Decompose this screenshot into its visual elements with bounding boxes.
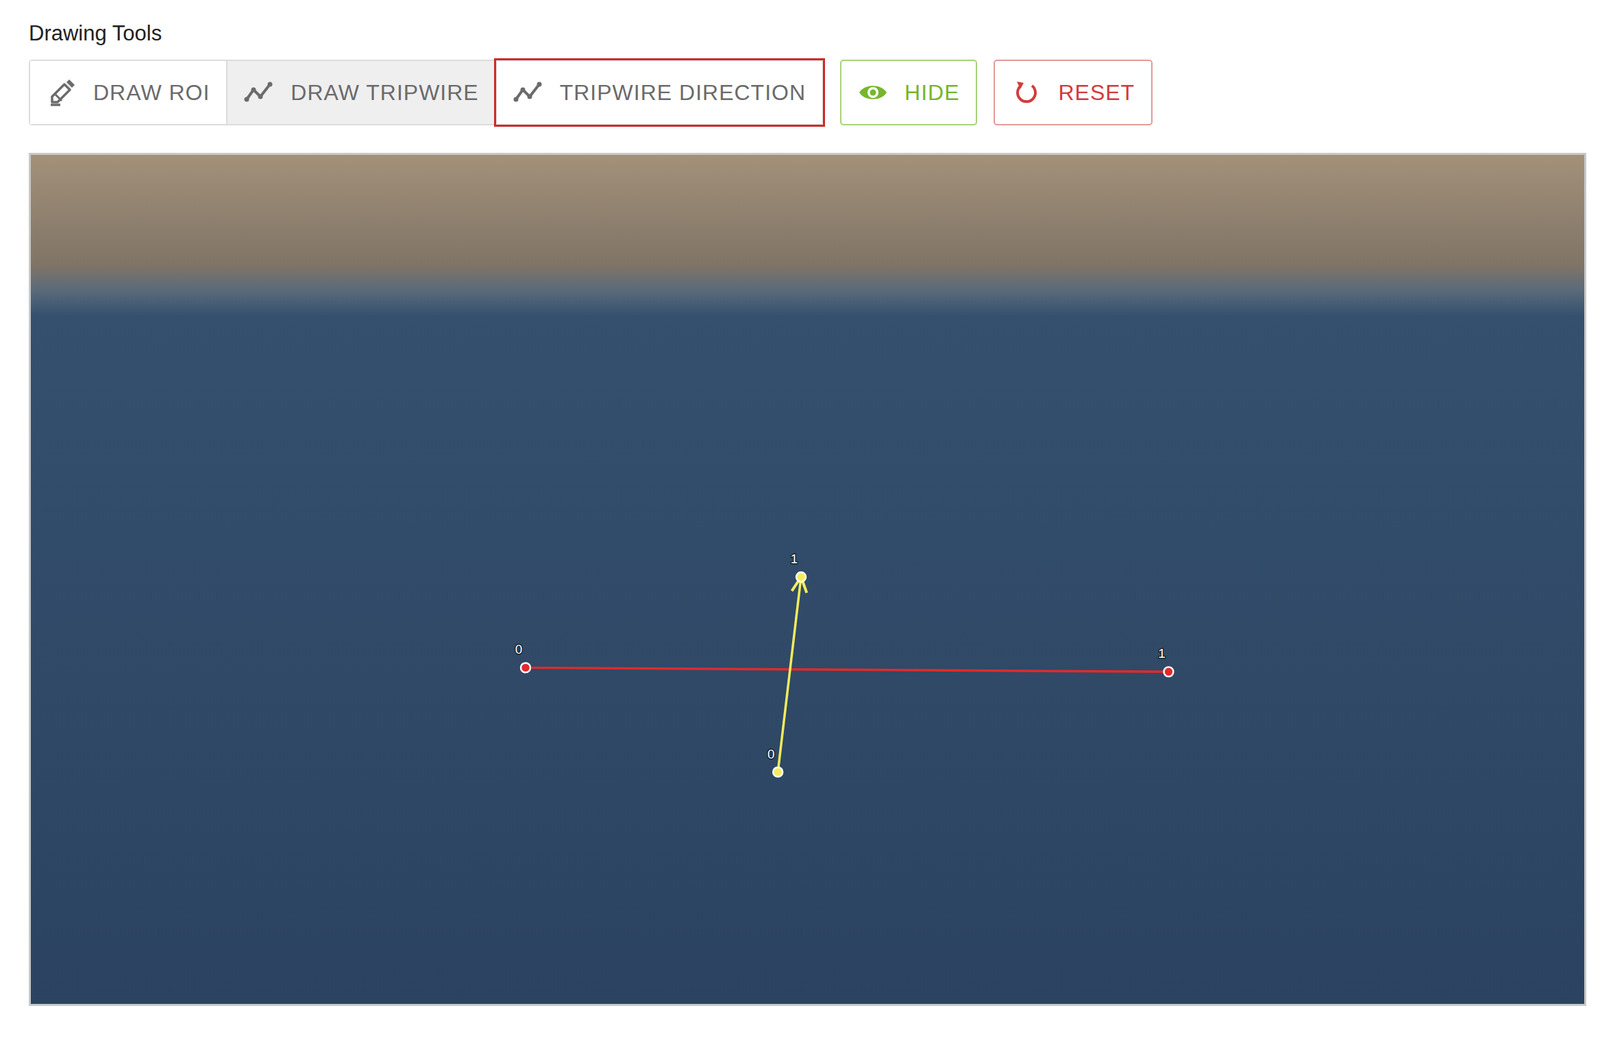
point-handle[interactable] bbox=[796, 572, 806, 582]
button-label: DRAW TRIPWIRE bbox=[290, 80, 479, 105]
point-label: 0 bbox=[515, 642, 523, 658]
direction-arrow[interactable]: 01 bbox=[767, 551, 807, 777]
tripwire-line[interactable]: 01 bbox=[515, 642, 1174, 678]
polyline-icon bbox=[243, 77, 275, 108]
video-frame[interactable]: 0101 bbox=[28, 152, 1587, 1006]
success-button[interactable]: HIDE bbox=[840, 59, 978, 126]
polyline-icon bbox=[513, 77, 544, 108]
tool-button[interactable]: DRAW ROI bbox=[30, 60, 228, 125]
point-label: 0 bbox=[767, 746, 775, 762]
point-label: 1 bbox=[790, 551, 799, 566]
point-handle[interactable] bbox=[1163, 667, 1174, 678]
button-label: HIDE bbox=[904, 80, 960, 105]
toolbar: DRAW ROI DRAW TRIPWIRE TRIPWIRE DIRECTION H… bbox=[28, 59, 1587, 126]
drawing-overlay[interactable]: 0101 bbox=[30, 154, 1585, 1004]
button-label: RESET bbox=[1057, 80, 1135, 105]
danger-button[interactable]: RESET bbox=[993, 59, 1153, 126]
eye-icon bbox=[857, 77, 889, 108]
point-label: 1 bbox=[1158, 646, 1166, 662]
tool-group: DRAW ROI DRAW TRIPWIRE TRIPWIRE DIRECTION bbox=[28, 59, 824, 126]
section-title: Drawing Tools bbox=[28, 20, 1587, 46]
edit-roi-icon bbox=[46, 77, 77, 108]
point-handle[interactable] bbox=[520, 663, 531, 673]
reset-icon bbox=[1011, 77, 1042, 108]
button-label: TRIPWIRE DIRECTION bbox=[559, 80, 806, 105]
drawing-tools-page: Drawing Tools DRAW ROI DRAW TRIPWIRE TRIPWI… bbox=[0, 0, 1600, 1020]
tool-button[interactable]: DRAW TRIPWIRE bbox=[227, 60, 497, 125]
point-handle[interactable] bbox=[772, 767, 783, 778]
button-label: DRAW ROI bbox=[93, 80, 210, 105]
tool-button[interactable]: TRIPWIRE DIRECTION bbox=[496, 60, 823, 125]
